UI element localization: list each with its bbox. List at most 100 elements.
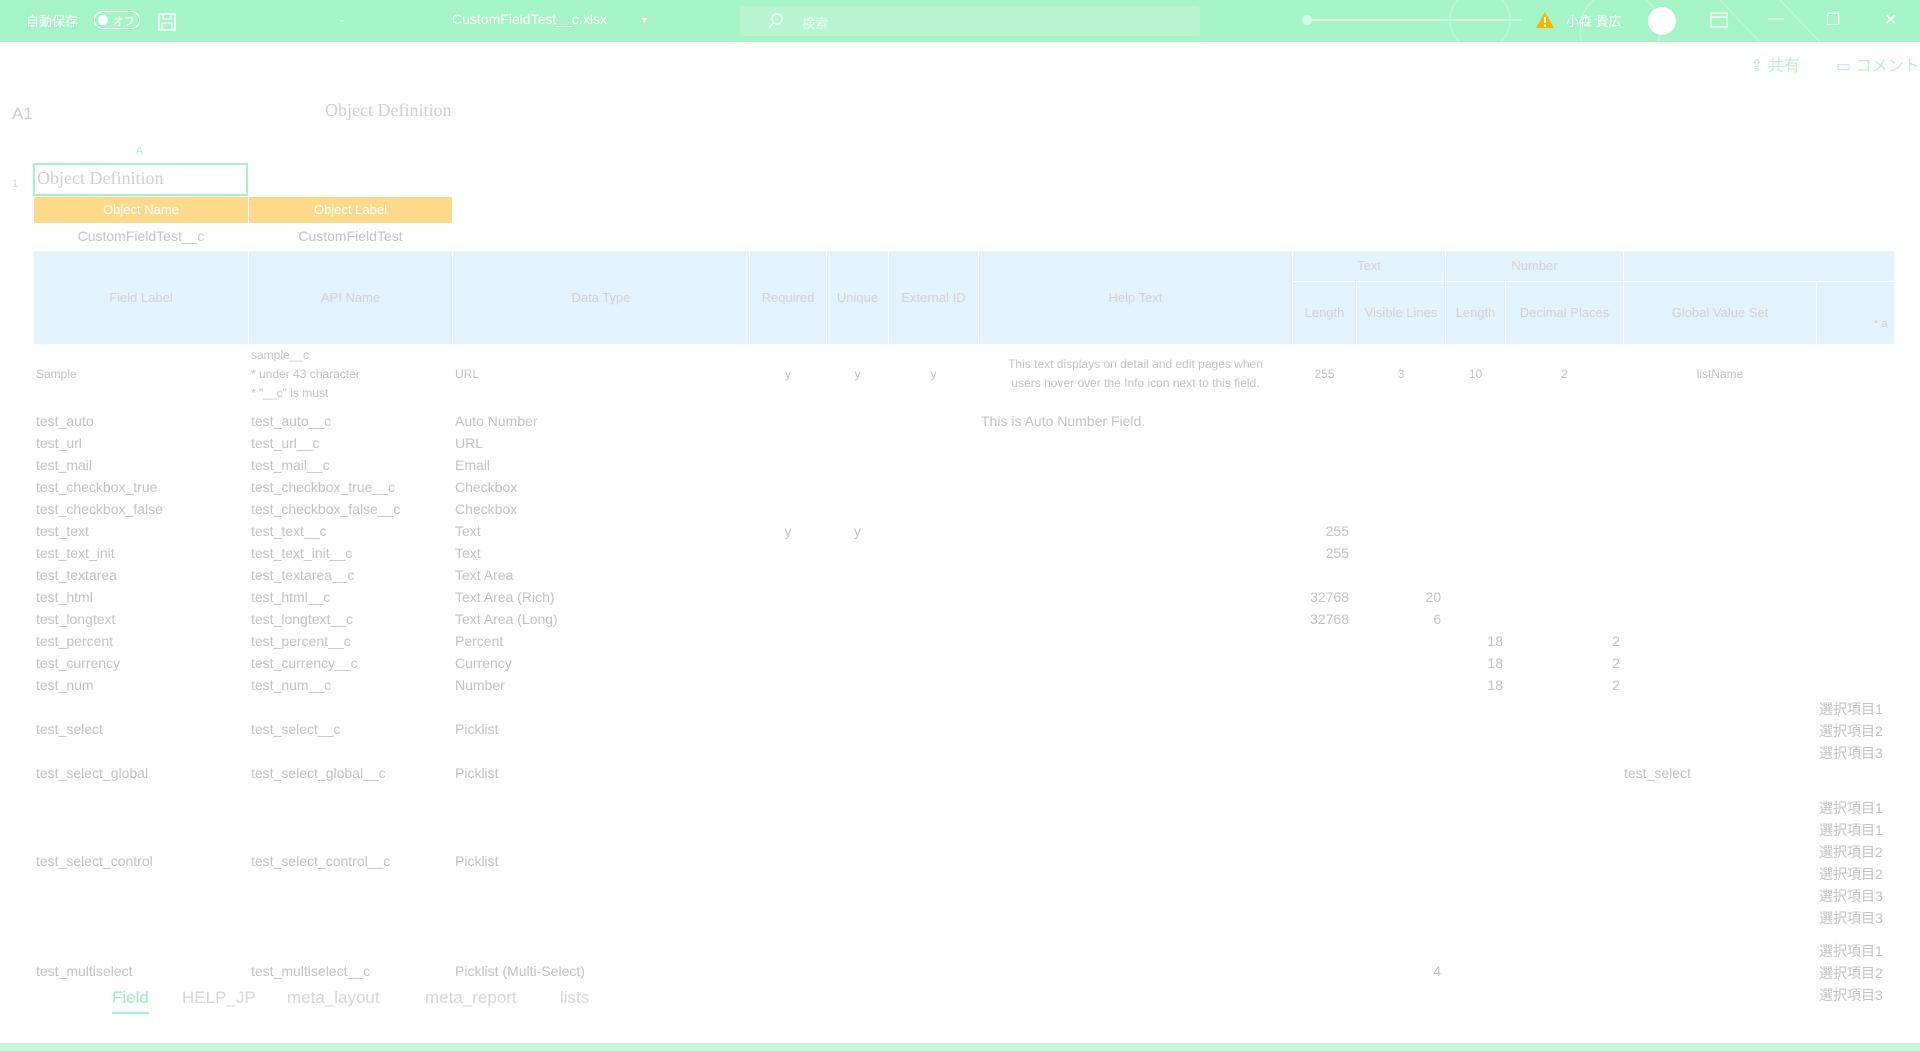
warning-icon[interactable] (1535, 11, 1555, 29)
sheet-tab-help-jp[interactable]: HELP_JP (182, 988, 256, 1008)
api-name-cell[interactable]: test_select_control__c (251, 853, 390, 869)
picklist-value-cell[interactable]: 選択項目2 (1819, 721, 1893, 741)
data-type-cell[interactable]: URL (455, 435, 483, 451)
header-global-value-set[interactable]: Global Value Set (1624, 305, 1816, 320)
sheet-tab-field[interactable]: Field (112, 988, 149, 1014)
share-button[interactable]: ⇪ 共有 (1750, 52, 1800, 76)
user-name[interactable]: 小森 貴広 (1566, 11, 1622, 30)
object-label-value[interactable]: CustomFieldTest (249, 228, 452, 244)
picklist-value-cell[interactable]: 選択項目3 (1819, 908, 1893, 928)
restore-icon[interactable]: ❐ (1826, 10, 1840, 30)
field-label-cell[interactable]: test_textarea (36, 567, 117, 583)
help-text-cell[interactable]: This is Auto Number Field. (981, 413, 1145, 429)
header-group-text[interactable]: Text (1293, 258, 1445, 273)
picklist-value-cell[interactable]: 選択項目1 (1819, 820, 1893, 840)
avatar[interactable] (1648, 7, 1676, 35)
object-name-header[interactable]: Object Name (34, 197, 248, 223)
picklist-value-cell[interactable]: 選択項目3 (1819, 743, 1893, 763)
field-label-cell[interactable]: test_url (36, 435, 82, 451)
data-type-cell[interactable]: Text Area (455, 567, 513, 583)
field-label-cell[interactable]: test_auto (36, 413, 94, 429)
sample-number-length-cell[interactable]: 10 (1446, 367, 1505, 381)
data-type-cell[interactable]: Text (455, 523, 481, 539)
comment-button[interactable]: ▭ コメント (1836, 52, 1920, 76)
field-label-cell[interactable]: test_multiselect (36, 963, 132, 979)
api-name-cell[interactable]: test_multiselect__c (251, 963, 370, 979)
header-group-number[interactable]: Number (1446, 258, 1623, 273)
api-name-cell[interactable]: test_textarea__c (251, 567, 355, 583)
visible-lines-cell[interactable]: 4 (1357, 963, 1441, 979)
header-required[interactable]: Required (750, 290, 826, 305)
minimize-icon[interactable]: — (1768, 10, 1784, 28)
sample-unique-cell[interactable]: y (827, 367, 888, 381)
api-name-cell[interactable]: test_html__c (251, 589, 330, 605)
field-label-cell[interactable]: test_percent (36, 633, 113, 649)
field-label-cell[interactable]: test_select (36, 721, 103, 737)
sample-api-line[interactable]: * under 43 character (251, 367, 360, 381)
ribbon-display-options-icon[interactable] (1710, 12, 1728, 28)
decimal-places-cell[interactable]: 2 (1506, 677, 1620, 693)
api-name-cell[interactable]: test_text_init__c (251, 545, 352, 561)
file-name[interactable]: CustomFieldTest__c.xlsx (452, 11, 607, 27)
global-value-set-cell[interactable]: test_select (1624, 765, 1691, 781)
header-decimal-places[interactable]: Decimal Places (1506, 305, 1623, 320)
text-length-cell[interactable]: 255 (1293, 545, 1349, 561)
picklist-value-cell[interactable]: 選択項目2 (1819, 842, 1893, 862)
data-type-cell[interactable]: Percent (455, 633, 503, 649)
header-api-name[interactable]: API Name (249, 290, 452, 305)
sheet-tab-lists[interactable]: lists (560, 988, 589, 1008)
field-label-cell[interactable]: test_checkbox_true (36, 479, 157, 495)
api-name-cell[interactable]: test_num__c (251, 677, 331, 693)
header-external-id[interactable]: External ID (889, 290, 978, 305)
column-header-a[interactable]: A (136, 145, 143, 157)
sample-text-length-cell[interactable]: 255 (1293, 367, 1356, 381)
data-type-cell[interactable]: Text Area (Long) (455, 611, 558, 627)
text-length-cell[interactable]: 32768 (1293, 611, 1349, 627)
object-label-header[interactable]: Object Label (249, 197, 452, 223)
field-label-cell[interactable]: test_longtext (36, 611, 115, 627)
data-type-cell[interactable]: Text Area (Rich) (455, 589, 555, 605)
autosave-toggle[interactable]: オフ (94, 11, 140, 29)
data-type-cell[interactable]: Checkbox (455, 501, 517, 517)
field-label-cell[interactable]: test_text_init (36, 545, 115, 561)
sample-decimal-cell[interactable]: 2 (1506, 367, 1623, 381)
header-values-partial[interactable]: * a (1874, 318, 1887, 330)
number-length-cell[interactable]: 18 (1446, 677, 1503, 693)
data-type-cell[interactable]: Picklist (Multi-Select) (455, 963, 585, 979)
required-cell[interactable]: y (750, 523, 826, 539)
data-type-cell[interactable]: Picklist (455, 765, 499, 781)
sample-visible-lines-cell[interactable]: 3 (1357, 367, 1445, 381)
decimal-places-cell[interactable]: 2 (1506, 655, 1620, 671)
sample-type-cell[interactable]: URL (455, 367, 479, 381)
sheet-tab-meta-layout[interactable]: meta_layout (287, 988, 380, 1008)
api-name-cell[interactable]: test_url__c (251, 435, 319, 451)
formula-input[interactable]: Object Definition (325, 100, 451, 121)
header-unique[interactable]: Unique (827, 290, 888, 305)
number-length-cell[interactable]: 18 (1446, 655, 1503, 671)
field-label-cell[interactable]: test_select_global (36, 765, 148, 781)
sample-global-value-set-cell[interactable]: listName (1624, 367, 1816, 381)
picklist-value-cell[interactable]: 選択項目1 (1819, 941, 1893, 961)
sample-required-cell[interactable]: y (750, 367, 826, 381)
data-type-cell[interactable]: Auto Number (455, 413, 537, 429)
data-type-cell[interactable]: Currency (455, 655, 512, 671)
field-label-cell[interactable]: test_checkbox_false (36, 501, 163, 517)
header-help-text[interactable]: Help Text (979, 290, 1292, 305)
close-icon[interactable]: ✕ (1884, 10, 1897, 30)
api-name-cell[interactable]: test_checkbox_true__c (251, 479, 395, 495)
sample-help-line[interactable]: users hover over the Info icon next to t… (979, 376, 1292, 390)
data-type-cell[interactable]: Email (455, 457, 490, 473)
picklist-value-cell[interactable]: 選択項目1 (1819, 798, 1893, 818)
text-length-cell[interactable]: 255 (1293, 523, 1349, 539)
unique-cell[interactable]: y (827, 523, 888, 539)
search-box[interactable]: 検索 (740, 6, 1200, 36)
data-type-cell[interactable]: Picklist (455, 721, 499, 737)
data-type-cell[interactable]: Checkbox (455, 479, 517, 495)
header-visible-lines[interactable]: Visible Lines (1357, 305, 1445, 320)
object-name-value[interactable]: CustomFieldTest__c (34, 228, 248, 244)
picklist-value-cell[interactable]: 選択項目3 (1819, 886, 1893, 906)
header-text-length[interactable]: Length (1293, 305, 1356, 320)
name-box[interactable]: A1 (12, 104, 33, 124)
api-name-cell[interactable]: test_longtext__c (251, 611, 353, 627)
decimal-places-cell[interactable]: 2 (1506, 633, 1620, 649)
